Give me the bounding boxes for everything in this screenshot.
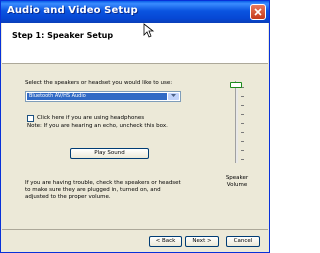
dropdown-button[interactable] (168, 93, 179, 100)
trouble-text-line: adjusted to the proper volume. (25, 194, 111, 200)
wizard-header: Step 1: Speaker Setup (2, 23, 268, 64)
slider-tick (241, 141, 244, 142)
speaker-volume-slider[interactable] (229, 81, 244, 163)
headphones-checkbox[interactable] (27, 115, 34, 122)
slider-tick (241, 132, 244, 133)
close-icon (254, 8, 262, 16)
slider-track (235, 81, 238, 163)
audio-video-setup-window: Audio and Video Setup Step 1: Speaker Se… (0, 0, 270, 253)
slider-tick (241, 123, 244, 124)
cancel-button[interactable]: Cancel (226, 236, 260, 247)
back-button[interactable]: < Back (149, 236, 182, 247)
echo-note: Note: If you are hearing an echo, unchec… (27, 123, 168, 129)
play-sound-button[interactable]: Play Sound (70, 148, 149, 159)
chevron-down-icon (171, 94, 176, 97)
speaker-volume-label-line2: Volume (226, 182, 248, 188)
slider-tick (241, 96, 244, 97)
trouble-text-line: to make sure they are plugged in, turned… (25, 187, 161, 193)
slider-tick (241, 114, 244, 115)
headphones-checkbox-label[interactable]: Click here if you are using headphones (37, 115, 144, 122)
slider-tick (241, 150, 244, 151)
speaker-select-label: Select the speakers or headset you would… (25, 80, 173, 86)
slider-thumb[interactable] (230, 82, 242, 88)
step-title: Step 1: Speaker Setup (12, 31, 114, 40)
slider-tick (241, 105, 244, 106)
close-button[interactable] (250, 4, 266, 20)
next-button[interactable]: Next > (185, 236, 219, 247)
speaker-volume-label-line1: Speaker (225, 175, 249, 181)
trouble-text-line: If you are having trouble, check the spe… (25, 180, 181, 186)
selected-device: Bluetooth AV/HS Audio (27, 93, 167, 100)
slider-tick (241, 159, 244, 160)
footer-divider (2, 229, 268, 230)
speaker-device-select[interactable]: Bluetooth AV/HS Audio (25, 91, 181, 102)
mouse-cursor-icon (143, 23, 155, 38)
title-bar[interactable]: Audio and Video Setup (1, 1, 269, 23)
window-title: Audio and Video Setup (7, 5, 138, 16)
